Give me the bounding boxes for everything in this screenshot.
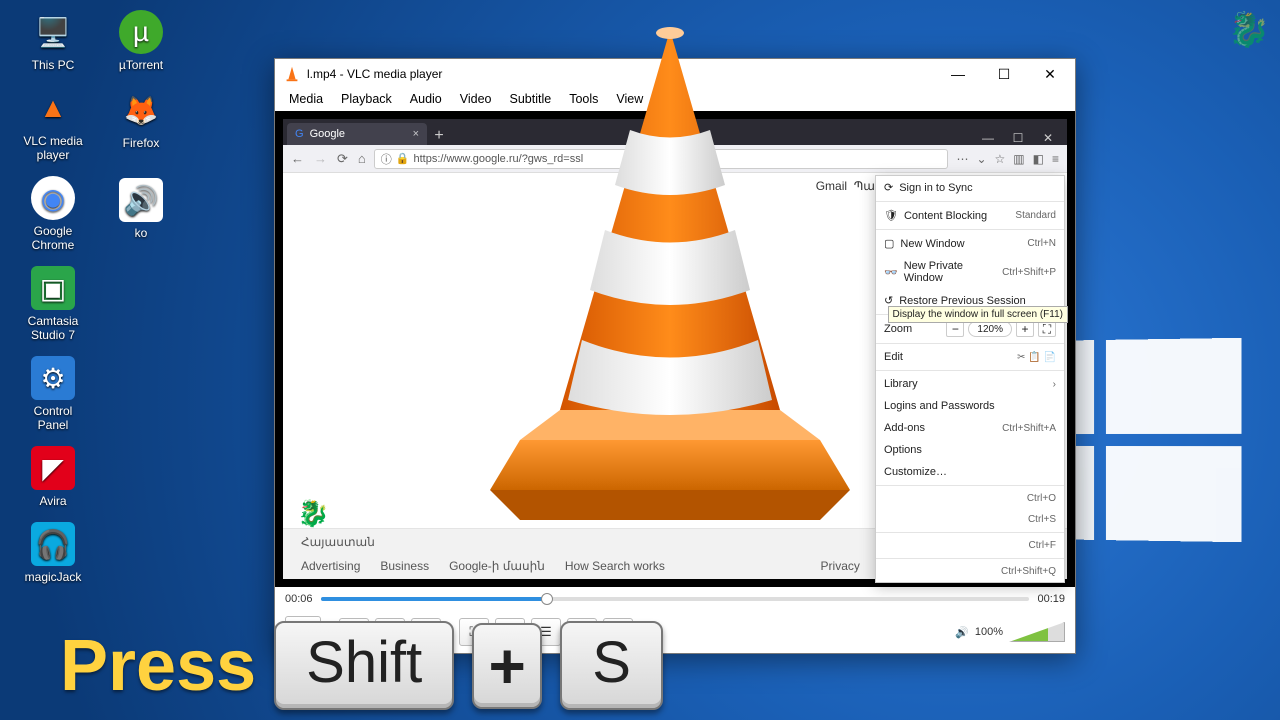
back-button[interactable]: ← bbox=[291, 151, 304, 167]
menu-edit: Edit✂ 📋 📄 bbox=[876, 346, 1064, 368]
dragon-watermark-icon: 🐉 bbox=[1228, 10, 1270, 50]
vlc-title: l.mp4 - VLC media player bbox=[307, 67, 935, 81]
shield-icon: 🛡 bbox=[884, 209, 898, 222]
menu-find[interactable]: Ctrl+F bbox=[876, 535, 1064, 556]
zoom-value[interactable]: 120% bbox=[968, 321, 1012, 337]
vlc-window: l.mp4 - VLC media player — ☐ ✕ Media Pla… bbox=[274, 58, 1076, 654]
desktop-icon-firefox[interactable]: 🦊Firefox bbox=[106, 88, 176, 150]
zoom-out-button[interactable]: − bbox=[946, 321, 964, 337]
time-elapsed[interactable]: 00:06 bbox=[285, 593, 313, 605]
desktop-icons: 🖥️This PC µµTorrent ▲VLC media player 🦊F… bbox=[18, 10, 138, 598]
menu-exit[interactable]: Ctrl+Shift+Q bbox=[876, 561, 1064, 582]
address-bar[interactable]: ⓘ 🔒 https://www.google.ru/?gws_rd=ssl bbox=[374, 149, 949, 169]
vlc-menubar: Media Playback Audio Video Subtitle Tool… bbox=[275, 89, 1075, 111]
footer-business[interactable]: Business bbox=[380, 559, 429, 573]
sync-icon: ⟳ bbox=[884, 181, 893, 194]
lock-icon: 🔒 bbox=[396, 152, 410, 165]
menu-new-window[interactable]: ▢New WindowCtrl+N bbox=[876, 232, 1064, 255]
ff-close-button[interactable]: ✕ bbox=[1033, 131, 1063, 145]
firefox-tab-google[interactable]: G Google × bbox=[287, 123, 427, 145]
menu-addons[interactable]: Add-onsCtrl+Shift+A bbox=[876, 417, 1064, 439]
menu-customize[interactable]: Customize… bbox=[876, 461, 1064, 483]
desktop-icon-utorrent[interactable]: µµTorrent bbox=[106, 10, 176, 72]
fullscreen-button[interactable]: ⛶ bbox=[1038, 321, 1056, 337]
vlc-titlebar[interactable]: l.mp4 - VLC media player — ☐ ✕ bbox=[275, 59, 1075, 89]
time-total[interactable]: 00:19 bbox=[1037, 593, 1065, 605]
seek-slider[interactable] bbox=[321, 592, 1030, 606]
maximize-button[interactable]: ☐ bbox=[981, 59, 1027, 89]
menu-audio[interactable]: Audio bbox=[402, 89, 450, 111]
desktop-icon-chrome[interactable]: ◉Google Chrome bbox=[18, 176, 88, 252]
menu-sign-in-sync[interactable]: ⟳Sign in to Sync bbox=[876, 176, 1064, 199]
plus-icon: + bbox=[472, 623, 542, 709]
footer-how-search[interactable]: How Search works bbox=[565, 559, 665, 573]
ff-minimize-button[interactable]: — bbox=[973, 131, 1003, 145]
dragon-icon: 🐉 bbox=[297, 498, 329, 529]
vlc-cone-icon bbox=[283, 65, 301, 83]
firefox-tabstrip: G Google × + — ☐ ✕ bbox=[283, 119, 1067, 145]
instruction-overlay: Press Shift + S bbox=[60, 621, 663, 710]
firefox-window-controls: — ☐ ✕ bbox=[973, 131, 1063, 145]
desktop-icon-vlc[interactable]: ▲VLC media player bbox=[18, 86, 88, 162]
close-button[interactable]: ✕ bbox=[1027, 59, 1073, 89]
mask-icon: 👓 bbox=[884, 266, 898, 279]
vlc-video-area: G Google × + — ☐ ✕ ← → ⟳ ⌂ bbox=[275, 111, 1075, 587]
reader-icon[interactable]: ⋯ bbox=[956, 152, 968, 166]
hamburger-menu-button[interactable]: ≡ bbox=[1052, 152, 1059, 166]
star-icon[interactable]: ☆ bbox=[995, 152, 1006, 166]
vlc-seekbar-row: 00:06 00:19 bbox=[275, 587, 1075, 611]
reload-button[interactable]: ⟳ bbox=[337, 151, 348, 167]
volume-control: 🔊 100% bbox=[955, 622, 1065, 642]
sidebar-icon[interactable]: ◧ bbox=[1033, 152, 1044, 166]
menu-video[interactable]: Video bbox=[452, 89, 500, 111]
volume-slider[interactable] bbox=[1009, 622, 1065, 642]
desktop-icon-control-panel[interactable]: ⚙Control Panel bbox=[18, 356, 88, 432]
mute-icon[interactable]: 🔊 bbox=[955, 626, 969, 639]
menu-subtitle[interactable]: Subtitle bbox=[502, 89, 560, 111]
desktop-icon-camtasia[interactable]: ▣Camtasia Studio 7 bbox=[18, 266, 88, 342]
instruction-text: Press bbox=[60, 625, 256, 707]
window-icon: ▢ bbox=[884, 237, 894, 250]
menu-logins[interactable]: Logins and Passwords bbox=[876, 395, 1064, 417]
footer-privacy[interactable]: Privacy bbox=[821, 559, 860, 573]
menu-new-private-window[interactable]: 👓New Private WindowCtrl+Shift+P bbox=[876, 255, 1064, 289]
firefox-app-menu: ⟳Sign in to Sync 🛡Content BlockingStanda… bbox=[875, 175, 1065, 583]
zoom-in-button[interactable]: + bbox=[1016, 321, 1034, 337]
shield-icon: ⓘ bbox=[381, 151, 392, 167]
menu-help[interactable]: Help bbox=[653, 89, 695, 111]
footer-about[interactable]: Google-ի մասին bbox=[449, 559, 545, 573]
tab-close-icon[interactable]: × bbox=[413, 128, 419, 140]
minimize-button[interactable]: — bbox=[935, 59, 981, 89]
pocket-icon[interactable]: ⌄ bbox=[976, 152, 986, 166]
key-s: S bbox=[560, 621, 663, 710]
desktop-icon-this-pc[interactable]: 🖥️This PC bbox=[18, 10, 88, 72]
key-shift: Shift bbox=[274, 621, 454, 710]
desktop-icon-ko[interactable]: 🔊ko bbox=[106, 178, 176, 240]
menu-tools[interactable]: Tools bbox=[561, 89, 606, 111]
menu-media[interactable]: Media bbox=[281, 89, 331, 111]
home-button[interactable]: ⌂ bbox=[358, 151, 366, 167]
volume-label: 100% bbox=[975, 626, 1003, 638]
library-icon[interactable]: ▥ bbox=[1013, 152, 1024, 166]
menu-content-blocking[interactable]: 🛡Content BlockingStandard bbox=[876, 204, 1064, 227]
desktop-icon-avira[interactable]: ◤Avira bbox=[18, 446, 88, 508]
new-tab-button[interactable]: + bbox=[427, 127, 451, 145]
forward-button[interactable]: → bbox=[314, 151, 327, 167]
menu-options[interactable]: Options bbox=[876, 439, 1064, 461]
firefox-toolbar: ← → ⟳ ⌂ ⓘ 🔒 https://www.google.ru/?gws_r… bbox=[283, 145, 1067, 173]
menu-open-file[interactable]: Ctrl+O bbox=[876, 488, 1064, 509]
menu-view[interactable]: View bbox=[608, 89, 651, 111]
menu-library[interactable]: Library› bbox=[876, 373, 1064, 395]
menu-playback[interactable]: Playback bbox=[333, 89, 400, 111]
menu-save-page[interactable]: Ctrl+S bbox=[876, 509, 1064, 530]
fullscreen-tooltip: Display the window in full screen (F11) bbox=[888, 306, 1068, 323]
ff-maximize-button[interactable]: ☐ bbox=[1003, 131, 1033, 145]
desktop-icon-magicjack[interactable]: 🎧magicJack bbox=[18, 522, 88, 584]
footer-advertising[interactable]: Advertising bbox=[301, 559, 360, 573]
